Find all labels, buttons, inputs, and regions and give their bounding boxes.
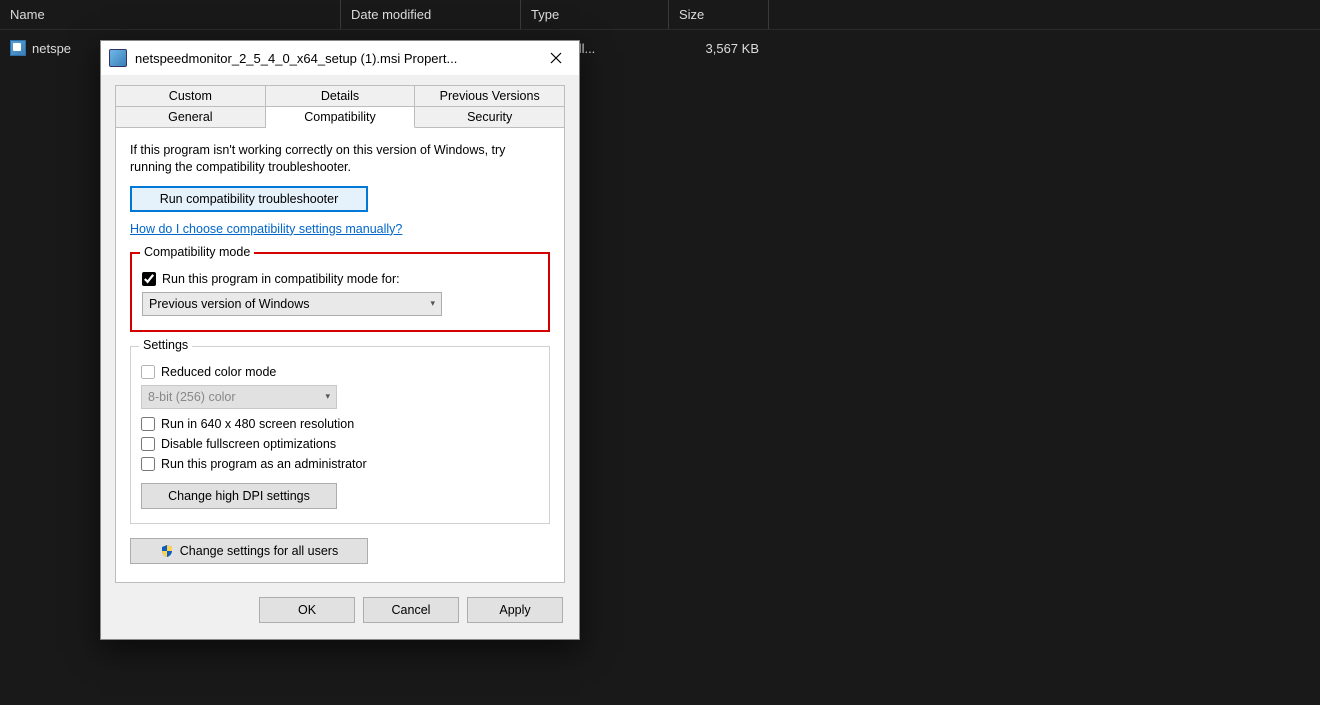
group-legend-compat: Compatibility mode [140, 245, 254, 259]
close-icon [550, 52, 562, 64]
high-dpi-button[interactable]: Change high DPI settings [141, 483, 337, 509]
close-button[interactable] [533, 41, 579, 75]
column-header-name[interactable]: Name [0, 0, 341, 29]
tab-compatibility[interactable]: Compatibility [266, 106, 416, 128]
tab-security[interactable]: Security [415, 106, 565, 127]
reduced-color-row[interactable]: Reduced color mode [141, 365, 539, 379]
installer-icon [109, 49, 127, 67]
installer-icon [10, 40, 26, 56]
reduced-color-checkbox[interactable] [141, 365, 155, 379]
color-mode-select: 8-bit (256) color ▾ [141, 385, 337, 409]
run-admin-checkbox[interactable] [141, 457, 155, 471]
chevron-down-icon: ▾ [430, 298, 435, 309]
tab-previous-versions[interactable]: Previous Versions [415, 85, 565, 106]
column-header-type[interactable]: Type [521, 0, 669, 29]
compat-mode-checkbox[interactable] [142, 272, 156, 286]
dialog-button-row: OK Cancel Apply [101, 583, 579, 639]
reduced-color-label: Reduced color mode [161, 365, 276, 379]
tab-custom[interactable]: Custom [115, 85, 266, 106]
disable-fullscreen-checkbox[interactable] [141, 437, 155, 451]
column-header-date[interactable]: Date modified [341, 0, 521, 29]
compat-mode-select[interactable]: Previous version of Windows ▾ [142, 292, 442, 316]
cancel-button[interactable]: Cancel [363, 597, 459, 623]
compat-mode-select-value: Previous version of Windows [149, 297, 309, 311]
ok-button[interactable]: OK [259, 597, 355, 623]
tab-general[interactable]: General [115, 106, 266, 127]
compat-mode-checkbox-row[interactable]: Run this program in compatibility mode f… [142, 272, 538, 286]
run-admin-row[interactable]: Run this program as an administrator [141, 457, 539, 471]
run-640-checkbox[interactable] [141, 417, 155, 431]
compatibility-panel: If this program isn't working correctly … [115, 127, 565, 583]
file-name: netspe [32, 41, 71, 56]
disable-fullscreen-row[interactable]: Disable fullscreen optimizations [141, 437, 539, 451]
run-admin-label: Run this program as an administrator [161, 457, 367, 471]
compat-mode-checkbox-label: Run this program in compatibility mode f… [162, 272, 400, 286]
change-all-users-button[interactable]: Change settings for all users [130, 538, 368, 564]
chevron-down-icon: ▾ [325, 391, 330, 402]
shield-icon [160, 544, 174, 558]
tab-details[interactable]: Details [266, 85, 416, 106]
apply-button[interactable]: Apply [467, 597, 563, 623]
column-header-size[interactable]: Size [669, 0, 769, 29]
run-640-label: Run in 640 x 480 screen resolution [161, 417, 354, 431]
dialog-titlebar[interactable]: netspeedmonitor_2_5_4_0_x64_setup (1).ms… [101, 41, 579, 75]
run-troubleshooter-button[interactable]: Run compatibility troubleshooter [130, 186, 368, 212]
group-legend-settings: Settings [139, 338, 192, 352]
compatibility-mode-group: Compatibility mode Run this program in c… [130, 252, 550, 332]
help-link[interactable]: How do I choose compatibility settings m… [130, 222, 402, 236]
file-size: 3,567 KB [669, 41, 769, 56]
dialog-title: netspeedmonitor_2_5_4_0_x64_setup (1).ms… [135, 51, 533, 66]
color-mode-select-value: 8-bit (256) color [148, 390, 236, 404]
run-640-row[interactable]: Run in 640 x 480 screen resolution [141, 417, 539, 431]
properties-dialog: netspeedmonitor_2_5_4_0_x64_setup (1).ms… [100, 40, 580, 640]
explorer-column-headers: Name Date modified Type Size [0, 0, 1320, 30]
settings-group: Settings Reduced color mode 8-bit (256) … [130, 346, 550, 524]
disable-fullscreen-label: Disable fullscreen optimizations [161, 437, 336, 451]
change-all-users-label: Change settings for all users [180, 544, 338, 558]
help-text: If this program isn't working correctly … [130, 142, 550, 176]
